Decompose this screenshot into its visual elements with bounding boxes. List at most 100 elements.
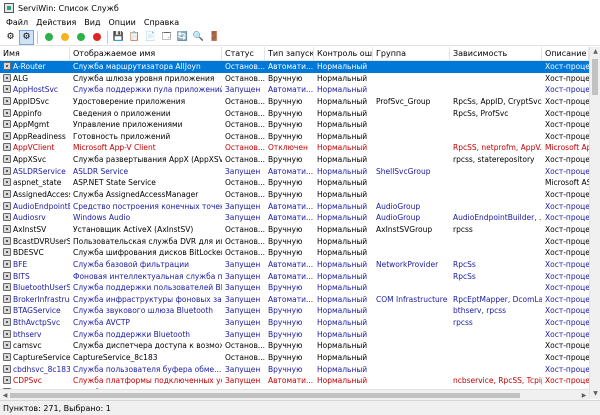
table-row[interactable]: aspnet_state ASP.NET State Service Останов… xyxy=(0,177,589,189)
table-row[interactable]: BITS Фоновая интеллектуальная служба пере… xyxy=(0,271,589,283)
table-row[interactable]: BrokerInfrastruc...Служба инфраструктуры… xyxy=(0,294,589,306)
table-row[interactable]: CDPSvc Служба платформы подключенных уст.… xyxy=(0,375,589,387)
title-bar: ServiWin: Список Служб xyxy=(0,0,600,16)
table-row[interactable]: AudioEndpointB...Средство построения кон… xyxy=(0,201,589,213)
table-row[interactable]: A-Router Служба маршрутизатора AllJoyn Ост… xyxy=(0,61,589,73)
find-icon[interactable]: 🔍 xyxy=(191,30,206,45)
cell-file-description: Хост-процесс xyxy=(545,201,589,211)
cell-error-control: Нормальный xyxy=(317,213,368,223)
scroll-down-icon[interactable]: ▼ xyxy=(590,389,600,399)
table-row[interactable]: Audiosrv Windows Audio Запущен Автомати... Н… xyxy=(0,212,589,224)
cell-name: aspnet_state xyxy=(0,177,70,189)
column-header-error-control[interactable]: Контроль ош... xyxy=(314,47,373,61)
cell-dependency xyxy=(450,189,542,201)
menu-view[interactable]: Вид xyxy=(80,16,104,29)
table-row[interactable]: AssignedAccess...Служба AssignedAccessMa… xyxy=(0,189,589,201)
service-name-text: BITS xyxy=(13,271,30,281)
cell-dependency: rpcss xyxy=(453,224,473,234)
exit-icon[interactable]: 🚪 xyxy=(207,30,222,45)
services-icon[interactable]: ⚙ xyxy=(3,30,18,45)
service-name-text: AppVClient xyxy=(13,143,55,153)
resume-icon[interactable] xyxy=(73,30,88,45)
drivers-icon[interactable]: ⚙ xyxy=(19,29,34,45)
cell-name: AppVClient xyxy=(0,142,70,154)
cell-name: AppXSvc xyxy=(0,154,70,166)
table-row[interactable]: camsvc Служба диспетчера доступа к возмож… xyxy=(0,340,589,352)
table-row[interactable]: AxInstSV Установщик ActiveX (AxInstSV) Ост… xyxy=(0,224,589,236)
cell-dependency: RpcEptMapper, DcomLa... xyxy=(453,294,542,304)
start-icon[interactable] xyxy=(41,30,56,45)
service-icon xyxy=(3,190,11,199)
refresh-icon[interactable]: 🔄 xyxy=(175,30,190,45)
table-row[interactable]: BthAvctpSvc Служба AVCTP Запущен Вручную Нор… xyxy=(0,317,589,329)
cell-name: AudioEndpointB... xyxy=(0,201,70,213)
service-name-text: A-Router xyxy=(13,62,46,71)
table-row[interactable]: AppReadiness Готовность приложений Останов… xyxy=(0,131,589,143)
vertical-scrollbar[interactable]: ▲ ▼ xyxy=(589,47,600,399)
cell-group xyxy=(373,340,450,352)
horizontal-scrollbar[interactable]: ◀ ▶ xyxy=(0,389,589,400)
service-icon xyxy=(3,294,11,303)
cell-name: BDESVC xyxy=(0,247,70,259)
column-header-startup-type[interactable]: Тип запуска xyxy=(265,47,314,61)
menu-help[interactable]: Справка xyxy=(140,16,183,29)
menu-file[interactable]: Файл xyxy=(2,16,32,29)
html-report-icon[interactable]: 📄 xyxy=(143,30,158,45)
cell-startup-type: Вручную xyxy=(268,283,303,293)
column-header-file-description[interactable]: Описание фай... xyxy=(542,47,589,61)
menu-options[interactable]: Опции xyxy=(104,16,139,29)
cell-error-control: Нормальный xyxy=(317,155,368,165)
column-header-group[interactable]: Группа xyxy=(373,47,450,61)
table-body: A-Router Служба маршрутизатора AllJoyn Ост… xyxy=(0,61,589,399)
table-row[interactable]: AppVClient Microsoft App-V Client Останов.… xyxy=(0,142,589,154)
cell-dependency xyxy=(450,364,542,376)
cell-file-description: Хост-процесс xyxy=(545,85,589,95)
scroll-up-icon[interactable]: ▲ xyxy=(590,47,600,57)
table-row[interactable]: BcastDVRUserSe...Пользовательская служба… xyxy=(0,236,589,248)
cell-file-description: Хост-процесс xyxy=(545,131,589,141)
cell-startup-type: Автомати... xyxy=(268,213,314,223)
copy-icon[interactable]: 📋 xyxy=(127,30,142,45)
stop-icon[interactable] xyxy=(89,30,104,45)
table-row[interactable]: CaptureService_...CaptureService_8c183 Ос… xyxy=(0,352,589,364)
table-row[interactable]: AppMgmt Управление приложениями Останов...… xyxy=(0,119,589,131)
table-row[interactable]: BluetoothUserSe...Служба поддержки польз… xyxy=(0,282,589,294)
table-row[interactable]: AppXSvc Служба развертывания AppX (AppXSV… xyxy=(0,154,589,166)
table-row[interactable]: ALG Служба шлюза уровня приложения Останов… xyxy=(0,73,589,85)
cell-error-control: Нормальный xyxy=(317,364,368,374)
cell-file-description: Хост-процесс xyxy=(545,108,589,118)
table-row[interactable]: bthserv Служба поддержки Bluetooth Запущен… xyxy=(0,329,589,341)
table-row[interactable]: AppIDSvc Удостоверение приложения Останов.… xyxy=(0,96,589,108)
cell-startup-type: Вручную xyxy=(268,96,303,106)
cell-error-control: Нормальный xyxy=(317,224,368,234)
pause-icon[interactable] xyxy=(57,30,72,45)
column-header-name[interactable]: Имя xyxy=(0,47,70,61)
column-header-status[interactable]: Статус xyxy=(222,47,265,61)
cell-startup-type: Автомати... xyxy=(268,259,314,269)
menu-actions[interactable]: Действия xyxy=(32,16,80,29)
vertical-scroll-thumb[interactable] xyxy=(592,59,598,95)
table-row[interactable]: BFE Служба базовой фильтрации Запущен Автом… xyxy=(0,259,589,271)
table-row[interactable]: BDESVC Служба шифрования дисков BitLocker… xyxy=(0,247,589,259)
cell-file-description: Хост-процесс xyxy=(545,213,589,223)
service-name-text: aspnet_state xyxy=(13,178,62,188)
table-row[interactable]: Appinfo Сведения о приложении Останов... Вр… xyxy=(0,108,589,120)
table-row[interactable]: BTAGService Служба звукового шлюза Blueto… xyxy=(0,305,589,317)
column-header-dependency[interactable]: Зависимость xyxy=(450,47,542,61)
cell-name: ASLDRService xyxy=(0,166,70,178)
horizontal-scroll-thumb[interactable] xyxy=(10,393,520,398)
save-icon[interactable]: 💾 xyxy=(111,30,126,45)
cell-display-name: Управление приложениями xyxy=(73,120,183,130)
column-header-display-name[interactable]: Отображаемое имя xyxy=(70,47,222,61)
table-row[interactable]: ASLDRService ASLDR Service Запущен Автомати… xyxy=(0,166,589,178)
table-row[interactable]: cbdhsvc_8c183 Служба пользователя буфера … xyxy=(0,364,589,376)
cell-status: Запущен xyxy=(225,294,261,304)
cell-display-name: Windows Audio xyxy=(73,213,131,223)
table-row[interactable]: AppHostSvc Служба поддержки пула приложен… xyxy=(0,84,589,96)
cell-file-description: Хост-процесс xyxy=(545,236,589,246)
cell-file-description: Хост-процесс xyxy=(545,248,589,258)
toolbar-separator xyxy=(37,30,38,44)
service-name-text: BthAvctpSvc xyxy=(13,318,61,328)
cell-file-description: Хост-процесс xyxy=(545,318,589,328)
properties-icon[interactable]: 🗔 xyxy=(159,30,174,45)
